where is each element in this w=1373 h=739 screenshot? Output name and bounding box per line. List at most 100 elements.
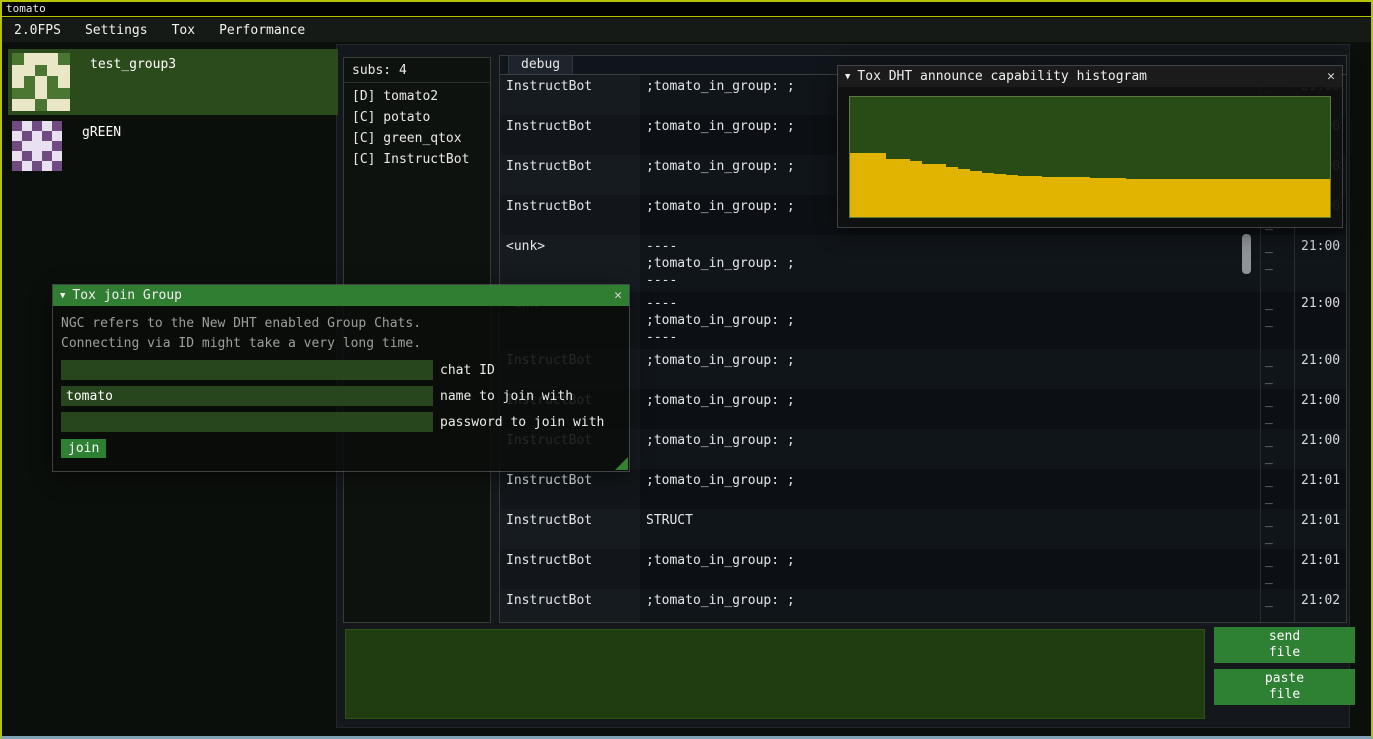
join-window-title: Tox join Group [72,288,182,303]
message-text: ;tomato_in_group: ; [640,549,1260,589]
join-password-input[interactable] [61,412,433,432]
menubar: 2.0FPSSettingsToxPerformance [2,18,1371,42]
histogram-bar [1270,179,1282,217]
message-time: 21:00 [1294,292,1346,349]
message-row[interactable]: InstructBot;tomato_in_group: ;_ _21:01 [500,469,1346,509]
message-text: ;tomato_in_group: ; [640,469,1260,509]
message-text: ;tomato_in_group: ; [640,429,1260,469]
histogram-window-body [838,87,1342,227]
histogram-bar [922,164,934,217]
join-fields: chat IDname to join withpassword to join… [61,360,621,432]
group-avatar [12,53,70,111]
histogram-bar [970,171,982,217]
histogram-bar [1258,179,1270,217]
message-text: ;tomato_in_group: ; [640,589,1260,622]
message-status: _ _ [1260,292,1294,349]
histogram-bar [1210,179,1222,217]
menu-tox[interactable]: Tox [160,18,207,42]
histogram-bar [1174,179,1186,217]
chat-id-input-label: chat ID [440,363,495,378]
histogram-bar [886,159,898,217]
message-sender: InstructBot [500,509,640,549]
member-list-item[interactable]: [C] green_qtox [344,128,490,149]
histogram-bar [910,161,922,217]
message-text: STRUCT [640,509,1260,549]
join-window-body: NGC refers to the New DHT enabled Group … [53,306,629,471]
group-avatar [12,121,62,171]
histogram-bar [1114,178,1126,217]
chat-id-input[interactable] [61,360,433,380]
dht-histogram-plot [849,96,1331,218]
member-list-item[interactable]: [D] tomato2 [344,86,490,107]
close-icon[interactable]: ✕ [614,288,622,303]
histogram-bar [934,164,946,217]
collapse-arrow-icon[interactable]: ▼ [60,291,65,301]
message-status: _ _ [1260,469,1294,509]
menu-settings[interactable]: Settings [73,18,160,42]
join-window-titlebar[interactable]: ▼ Tox join Group ✕ [53,285,629,306]
message-row[interactable]: InstructBot;tomato_in_group: ;_ _21:02 [500,589,1346,622]
subs-count: subs: 4 [344,58,490,83]
send-file-button[interactable]: send file [1214,627,1355,663]
fps-counter: 2.0FPS [2,18,73,42]
menu-performance[interactable]: Performance [207,18,317,42]
message-time: 21:01 [1294,469,1346,509]
histogram-bar [850,153,862,217]
message-time: 21:02 [1294,589,1346,622]
histogram-bar [898,159,910,217]
histogram-bar [1318,179,1330,217]
tab-debug[interactable]: debug [508,55,573,74]
histogram-window-titlebar[interactable]: ▼ Tox DHT announce capability histogram … [838,66,1342,87]
histogram-bar [982,173,994,217]
join-button[interactable]: join [61,439,106,458]
histogram-bar [1306,179,1318,217]
histogram-bar [1102,178,1114,217]
histogram-bar [1066,177,1078,217]
message-row[interactable]: InstructBot;tomato_in_group: ;_ _21:01 [500,549,1346,589]
message-text: ---- ;tomato_in_group: ; ---- [640,235,1260,292]
histogram-bar [1162,179,1174,217]
window-title: tomato [6,2,46,15]
message-text: ---- ;tomato_in_group: ; ---- [640,292,1260,349]
histogram-bar [1246,179,1258,217]
message-text: ;tomato_in_group: ; [640,389,1260,429]
message-row[interactable]: InstructBotSTRUCT_ _21:01 [500,509,1346,549]
paste-file-button[interactable]: paste file [1214,669,1355,705]
histogram-bar [958,169,970,217]
histogram-bar [1030,176,1042,217]
histogram-bar [946,167,958,217]
join-info-line2: Connecting via ID might take a very long… [61,334,621,354]
message-input[interactable] [345,629,1205,719]
histogram-bar [874,153,886,217]
histogram-bar [1294,179,1306,217]
message-status: _ _ [1260,349,1294,389]
histogram-bar [1042,177,1054,217]
chat-scrollbar-thumb[interactable] [1242,234,1251,274]
message-sender: InstructBot [500,549,640,589]
resize-grip[interactable] [615,457,628,470]
histogram-bar [1198,179,1210,217]
message-time: 21:00 [1294,235,1346,292]
group-item-gREEN[interactable]: gREEN [8,117,338,175]
group-name: gREEN [82,121,121,140]
member-list-item[interactable]: [C] InstructBot [344,149,490,170]
histogram-bar [1222,179,1234,217]
histogram-window: ▼ Tox DHT announce capability histogram … [837,65,1343,228]
group-item-test_group3[interactable]: test_group3 [8,49,338,115]
histogram-bar [1138,179,1150,217]
histogram-bar [1186,179,1198,217]
join-name-input[interactable] [61,386,433,406]
message-status: _ _ [1260,509,1294,549]
histogram-bar [1078,177,1090,217]
member-list-item[interactable]: [C] potato [344,107,490,128]
message-status: _ _ [1260,235,1294,292]
join-group-window: ▼ Tox join Group ✕ NGC refers to the New… [52,284,630,472]
close-icon[interactable]: ✕ [1327,69,1335,84]
window-titlebar: tomato [2,2,1371,17]
histogram-bar [1006,175,1018,217]
histogram-bar [862,153,874,217]
collapse-arrow-icon[interactable]: ▼ [845,72,850,82]
message-status: _ _ [1260,589,1294,622]
histogram-bar [1018,176,1030,217]
groups-sidebar: test_group3 gREEN [8,49,338,177]
